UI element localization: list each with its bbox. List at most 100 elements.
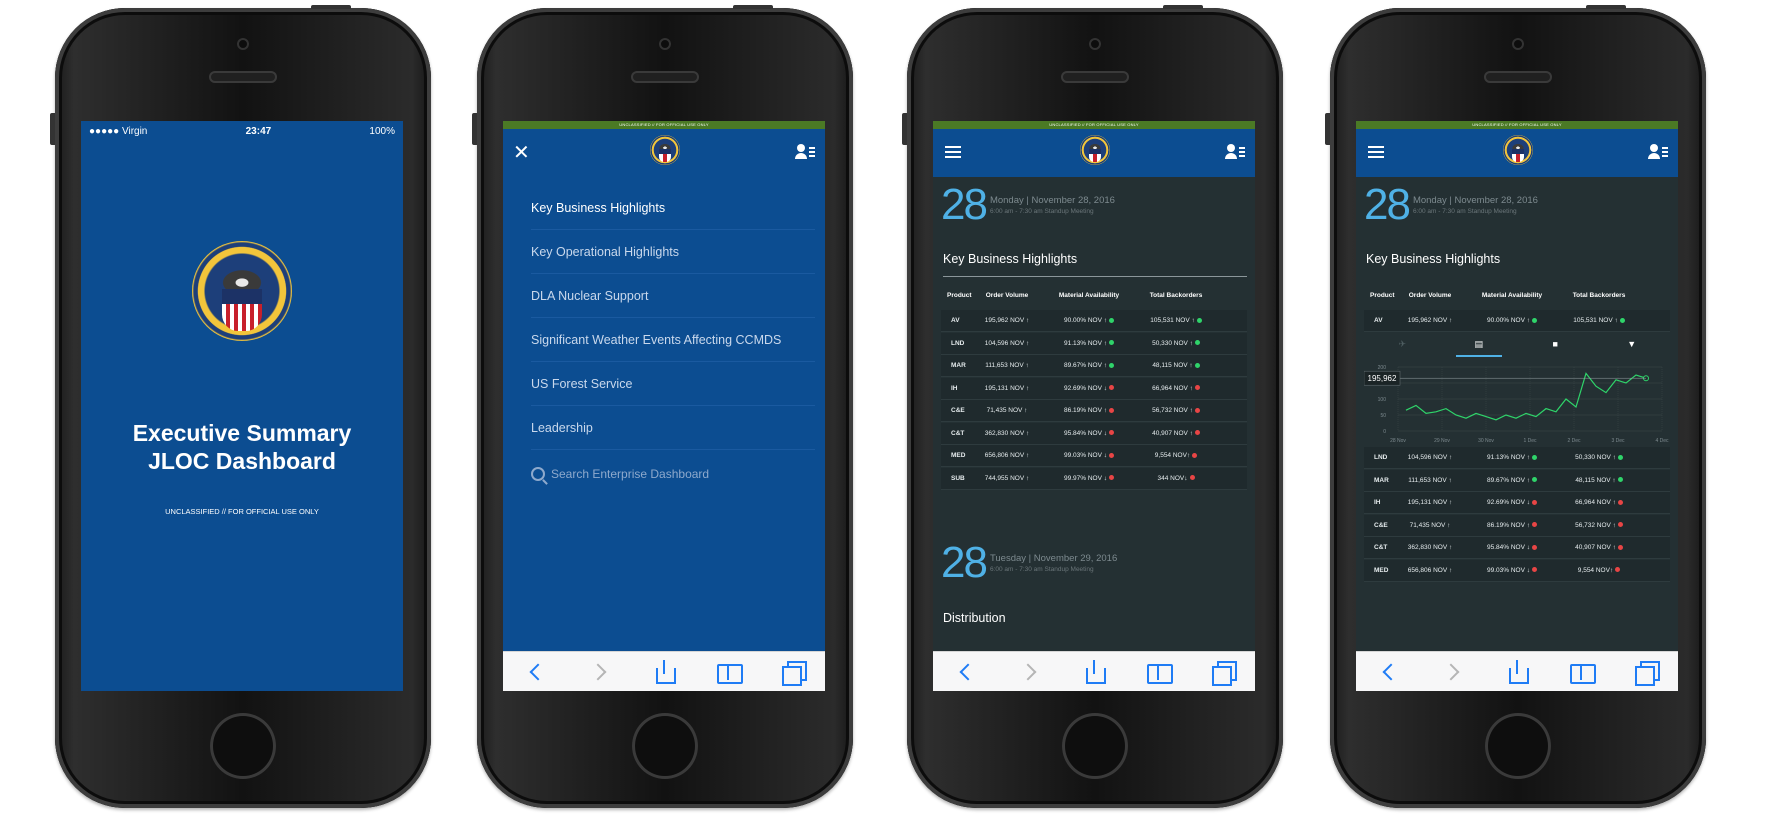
clock: 23:47 xyxy=(245,125,272,137)
share-icon[interactable] xyxy=(652,659,676,684)
x-tick-label: 28 Nov xyxy=(1390,438,1406,444)
day-number: 28 xyxy=(941,538,988,587)
menu-item-leadership[interactable]: Leadership xyxy=(531,406,815,450)
cell-value: C&E xyxy=(951,407,965,414)
bookmarks-icon[interactable] xyxy=(716,660,744,684)
table-row[interactable]: C&T 362,830 NOV ↑ 95.84% NOV ↓ 40,907 NOV ↑ xyxy=(1364,537,1670,559)
cell-value: 195,131 NOV ↑ xyxy=(1407,499,1453,506)
table-cell: 66,964 NOV ↑ xyxy=(1560,499,1638,506)
cell-value: 48,115 NOV ↑ xyxy=(1575,476,1616,484)
table-row[interactable]: IH 195,131 NOV ↑ 92.69% NOV ↓ 66,964 NOV ↑ xyxy=(1364,492,1670,514)
tab-cart[interactable]: ▼ xyxy=(1594,333,1671,357)
status-bar: ●●●●● Virgin 23:47 100% xyxy=(81,121,403,141)
x-tick-label: 30 Nov xyxy=(1478,438,1494,444)
table-cell: C&T xyxy=(1364,544,1396,551)
forward-icon[interactable] xyxy=(1018,660,1042,684)
cell-value: 86.19% NOV ↑ xyxy=(1064,407,1107,414)
cell-value: 40,907 NOV ↑ xyxy=(1575,544,1616,551)
menu-item-nuclear-support[interactable]: DLA Nuclear Support xyxy=(531,274,815,318)
menu-item-weather[interactable]: Significant Weather Events Affecting CCM… xyxy=(531,318,815,362)
phone-dashboard: UNCLASSIFIED // FOR OFFICIAL USE ONLY 28… xyxy=(902,5,1283,808)
status-dot-icon xyxy=(1617,522,1623,528)
user-list-icon[interactable] xyxy=(1225,144,1245,160)
cell-value: C&E xyxy=(1374,521,1388,529)
meeting-time: 6:00 am - 7:30 am Standup Meeting xyxy=(989,208,1094,215)
table-row[interactable]: AV 195,962 NOV ↑ 90.00% NOV ↑ 105,531 NOV ↑ xyxy=(1364,310,1670,332)
table-row[interactable]: C&E 71,435 NOV ↑ 86.19% NOV ↑ 56,732 NOV ↑ xyxy=(941,400,1247,422)
user-list-icon[interactable] xyxy=(795,144,815,160)
table-cell: 56,732 NOV ↑ xyxy=(1560,522,1638,529)
table-row[interactable]: MED 656,806 NOV ↑ 99.03% NOV ↓ 9,554 NOV↑ xyxy=(941,445,1247,467)
table-cell: AV xyxy=(941,317,973,324)
table-cell: 195,131 NOV ↑ xyxy=(1396,499,1464,506)
browser-toolbar xyxy=(1356,651,1678,691)
chart-tabs: ✈ ▤ ■ ▼ xyxy=(1364,333,1670,357)
home-button[interactable] xyxy=(1485,713,1551,779)
user-list-icon[interactable] xyxy=(1648,144,1668,160)
hamburger-menu-icon[interactable] xyxy=(1368,146,1384,158)
home-button[interactable] xyxy=(1062,713,1128,779)
tabs-icon[interactable] xyxy=(1211,660,1237,686)
search-input[interactable]: Search Enterprise Dashboard xyxy=(531,467,709,481)
forward-icon[interactable] xyxy=(1441,660,1465,684)
status-dot-icon xyxy=(1109,317,1114,323)
table-row[interactable]: MAR 111,653 NOV ↑ 89.67% NOV ↑ 48,115 NOV ↑ xyxy=(1364,469,1670,492)
table-row[interactable]: IH 195,131 NOV ↑ 92.69% NOV ↓ 66,964 NOV ↑ xyxy=(941,377,1247,400)
screen-splash: ●●●●● Virgin 23:47 100% Executive Summar… xyxy=(81,121,403,691)
table-cell: 105,531 NOV ↑ xyxy=(1560,317,1638,324)
meeting-time: 6:00 am - 7:30 am Standup Meeting xyxy=(989,566,1094,573)
table-cell: LND xyxy=(941,340,973,347)
highlight-label: 195,962 xyxy=(1368,374,1397,383)
table-row[interactable]: SUB 744,955 NOV ↑ 99.97% NOV ↓ 344 NOV↓ xyxy=(941,467,1247,490)
x-tick-label: 3 Dec xyxy=(1611,438,1625,444)
table-row[interactable]: C&T 362,830 NOV ↑ 95.84% NOV ↓ 40,907 NOV ↑ xyxy=(941,422,1247,445)
menu-item-key-operational[interactable]: Key Operational Highlights xyxy=(531,230,815,274)
table-row[interactable]: LND 104,596 NOV ↑ 91.13% NOV ↑ 50,330 NOV ↑ xyxy=(1364,447,1670,469)
table-row[interactable]: AV 195,962 NOV ↑ 90.00% NOV ↑ 105,531 NOV ↑ xyxy=(941,310,1247,332)
menu-item-forest-service[interactable]: US Forest Service xyxy=(531,362,815,406)
home-button[interactable] xyxy=(210,713,276,779)
bookmarks-icon[interactable] xyxy=(1569,660,1597,684)
table-cell: 9,554 NOV↑ xyxy=(1137,452,1215,459)
cell-value: 90.00% NOV ↑ xyxy=(1064,317,1107,324)
cell-value: C&T xyxy=(1374,544,1388,551)
cell-value: 40,907 NOV ↑ xyxy=(1152,429,1193,437)
hamburger-menu-icon[interactable] xyxy=(945,146,961,158)
tab-document[interactable]: ▤ xyxy=(1441,333,1518,357)
status-dot-icon xyxy=(1617,454,1623,460)
back-icon[interactable] xyxy=(523,660,547,684)
forward-icon[interactable] xyxy=(588,660,612,684)
table-cell: SUB xyxy=(941,475,973,482)
table-cell: 40,907 NOV ↑ xyxy=(1560,544,1638,551)
table-row[interactable]: MED 656,806 NOV ↑ 99.03% NOV ↓ 9,554 NOV↑ xyxy=(1364,559,1670,582)
status-dot-icon xyxy=(1532,567,1537,573)
table-row[interactable]: C&E 71,435 NOV ↑ 86.19% NOV ↑ 56,732 NOV ↑ xyxy=(1364,514,1670,537)
table-cell: 71,435 NOV ↑ xyxy=(1396,522,1464,529)
cell-value: 92.69% NOV ↓ xyxy=(1064,384,1107,392)
dla-seal-icon xyxy=(1503,135,1533,165)
front-camera xyxy=(237,38,249,50)
table-cell: 195,131 NOV ↑ xyxy=(973,385,1041,392)
menu-item-key-business[interactable]: Key Business Highlights xyxy=(531,186,815,230)
table-cell: 104,596 NOV ↑ xyxy=(973,340,1041,347)
table-row[interactable]: LND 104,596 NOV ↑ 91.13% NOV ↑ 50,330 NOV ↑ xyxy=(941,332,1247,355)
home-button[interactable] xyxy=(632,713,698,779)
cell-value: C&T xyxy=(951,429,965,437)
tabs-icon[interactable] xyxy=(781,660,807,686)
table-cell: LND xyxy=(1364,454,1396,461)
share-icon[interactable] xyxy=(1505,659,1529,684)
tabs-icon[interactable] xyxy=(1634,660,1660,686)
cell-value: 71,435 NOV ↑ xyxy=(986,407,1028,414)
share-icon[interactable] xyxy=(1082,659,1106,684)
tab-truck[interactable]: ■ xyxy=(1517,333,1594,357)
back-icon[interactable] xyxy=(953,660,977,684)
cell-value: LND xyxy=(951,339,965,347)
table-cell: C&T xyxy=(941,430,973,437)
cell-value: MED xyxy=(1374,566,1389,574)
close-icon[interactable]: ✕ xyxy=(513,143,530,163)
bookmarks-icon[interactable] xyxy=(1146,660,1174,684)
top-bar xyxy=(933,129,1255,177)
back-icon[interactable] xyxy=(1376,660,1400,684)
tab-air[interactable]: ✈ xyxy=(1364,333,1441,357)
table-row[interactable]: MAR 111,653 NOV ↑ 89.67% NOV ↑ 48,115 NOV ↑ xyxy=(941,355,1247,377)
